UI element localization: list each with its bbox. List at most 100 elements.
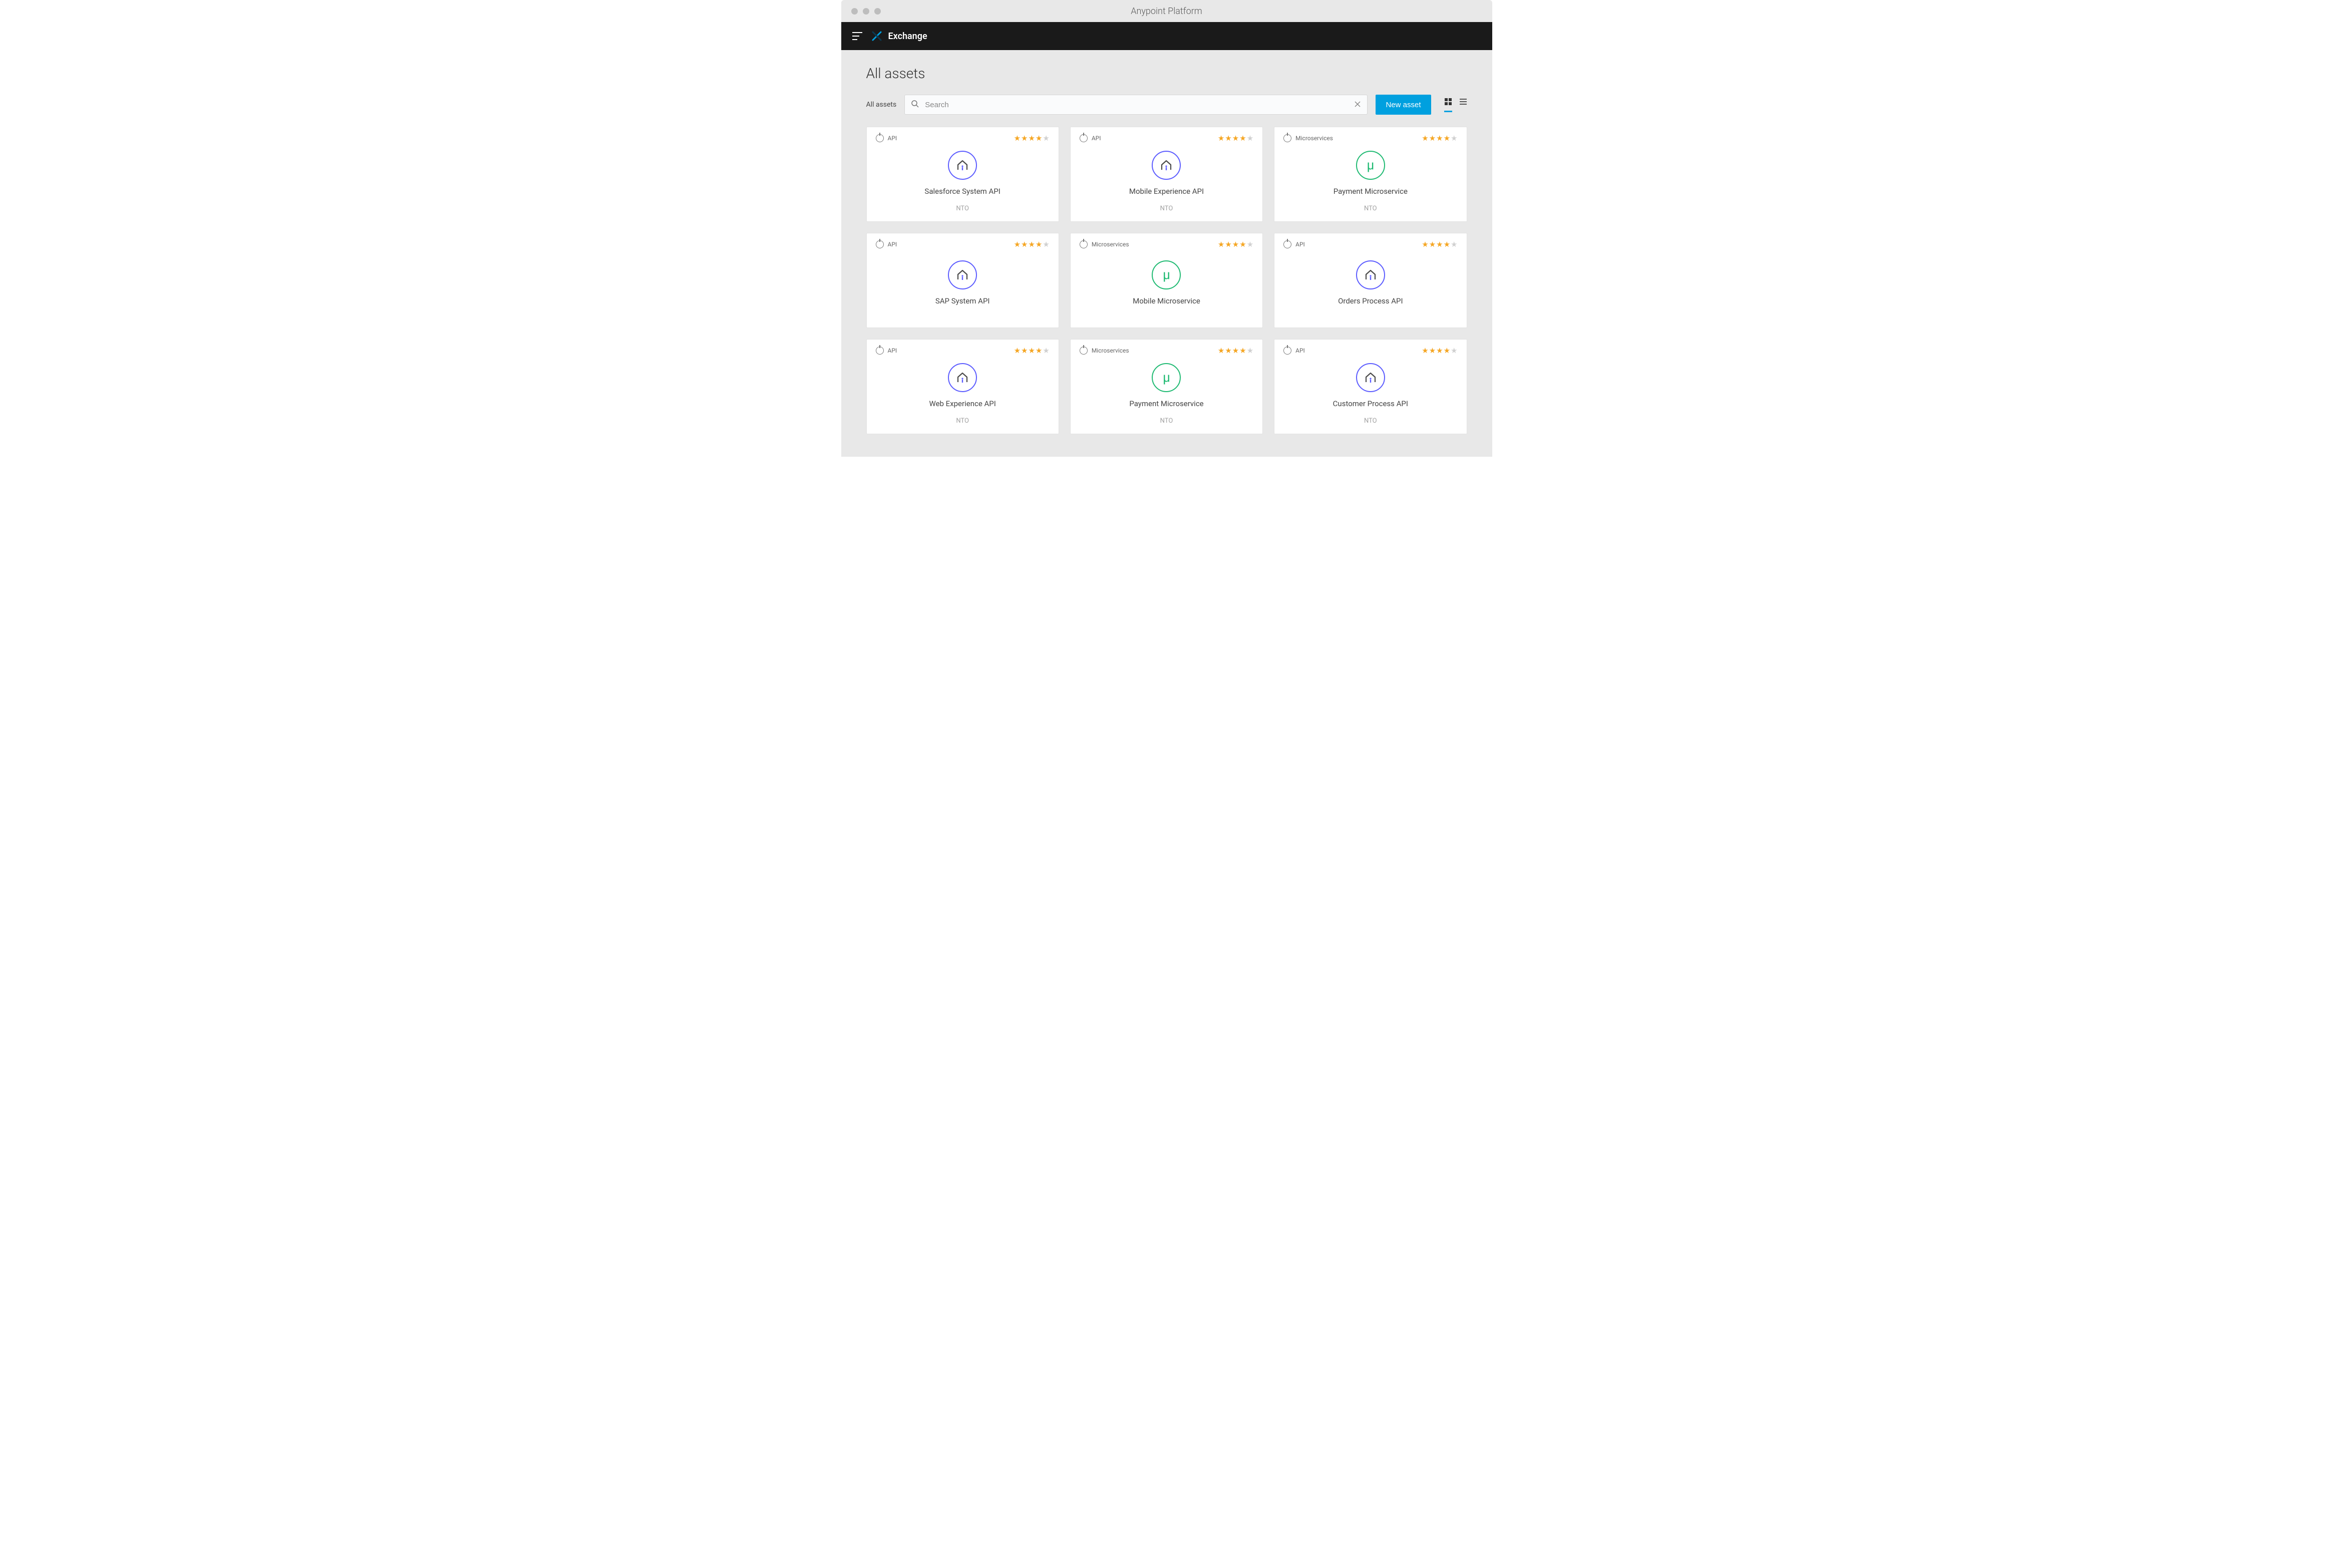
asset-title: Mobile Experience API bbox=[1129, 187, 1204, 196]
star-icon: ★ bbox=[1014, 241, 1021, 248]
new-asset-button[interactable]: New asset bbox=[1376, 95, 1431, 115]
card-body: μ Payment Microservice bbox=[1283, 142, 1457, 201]
app-window: Anypoint Platform Exchange All assets Al… bbox=[841, 0, 1492, 457]
asset-org: NTO bbox=[1080, 205, 1253, 212]
star-icon: ★ bbox=[1232, 241, 1239, 248]
window-title: Anypoint Platform bbox=[1131, 6, 1202, 17]
search-icon bbox=[911, 100, 919, 110]
star-icon: ★ bbox=[1014, 347, 1021, 355]
clear-search-icon[interactable] bbox=[1354, 100, 1361, 110]
asset-type-badge: Microservices bbox=[1080, 347, 1129, 355]
exchange-label: Exchange bbox=[888, 31, 927, 42]
card-body: μ Mobile Microservice bbox=[1080, 248, 1253, 315]
grid-icon bbox=[1444, 98, 1452, 106]
asset-card[interactable]: API ★★★★★ SAP System API bbox=[866, 233, 1059, 328]
microservice-icon: μ bbox=[1152, 363, 1181, 392]
star-icon: ★ bbox=[1225, 347, 1231, 355]
api-icon bbox=[948, 260, 977, 289]
star-icon: ★ bbox=[1451, 241, 1457, 248]
card-body: Mobile Experience API bbox=[1080, 142, 1253, 201]
rating-stars: ★★★★★ bbox=[1422, 347, 1457, 355]
asset-org: NTO bbox=[876, 205, 1050, 212]
card-header: Microservices ★★★★★ bbox=[1080, 240, 1253, 248]
asset-card[interactable]: API ★★★★★ Orders Process API bbox=[1274, 233, 1467, 328]
star-icon: ★ bbox=[1218, 241, 1224, 248]
card-header: API ★★★★★ bbox=[876, 347, 1050, 355]
asset-type-badge: API bbox=[876, 134, 897, 142]
asset-title: Orders Process API bbox=[1338, 296, 1403, 305]
content-area: All assets All assets New bbox=[841, 50, 1492, 457]
card-body: Salesforce System API bbox=[876, 142, 1050, 201]
search-input[interactable] bbox=[925, 101, 1348, 109]
grid-view-button[interactable] bbox=[1444, 98, 1452, 112]
card-header: API ★★★★★ bbox=[1080, 134, 1253, 142]
window-titlebar: Anypoint Platform bbox=[841, 0, 1492, 22]
asset-title: SAP System API bbox=[935, 296, 990, 305]
card-header: API ★★★★★ bbox=[1283, 240, 1457, 248]
rating-stars: ★★★★★ bbox=[1218, 241, 1253, 248]
menu-icon[interactable] bbox=[852, 32, 862, 40]
asset-type-label: Microservices bbox=[1295, 135, 1333, 142]
star-icon: ★ bbox=[1043, 347, 1049, 355]
asset-card[interactable]: Microservices ★★★★★ μ Mobile Microservic… bbox=[1070, 233, 1263, 328]
star-icon: ★ bbox=[1429, 135, 1436, 142]
asset-type-label: API bbox=[888, 347, 897, 354]
api-icon bbox=[1356, 363, 1385, 392]
asset-type-badge: Microservices bbox=[1283, 134, 1333, 142]
page-title: All assets bbox=[866, 65, 1467, 82]
filter-label[interactable]: All assets bbox=[866, 101, 897, 109]
star-icon: ★ bbox=[1429, 241, 1436, 248]
close-window-dot[interactable] bbox=[851, 8, 858, 15]
asset-card[interactable]: Microservices ★★★★★ μ Payment Microservi… bbox=[1274, 127, 1467, 222]
star-icon: ★ bbox=[1232, 347, 1239, 355]
list-view-button[interactable] bbox=[1459, 98, 1467, 112]
star-icon: ★ bbox=[1436, 135, 1443, 142]
asset-card[interactable]: Microservices ★★★★★ μ Payment Microservi… bbox=[1070, 339, 1263, 434]
asset-card[interactable]: API ★★★★★ Mobile Experience API NTO bbox=[1070, 127, 1263, 222]
star-icon: ★ bbox=[1028, 347, 1035, 355]
asset-card[interactable]: API ★★★★★ Web Experience API NTO bbox=[866, 339, 1059, 434]
window-controls bbox=[851, 8, 881, 15]
star-icon: ★ bbox=[1444, 347, 1450, 355]
star-icon: ★ bbox=[1239, 135, 1246, 142]
star-icon: ★ bbox=[1036, 135, 1042, 142]
asset-type-icon bbox=[1080, 347, 1088, 355]
view-switcher bbox=[1439, 98, 1467, 112]
exchange-brand[interactable]: Exchange bbox=[871, 31, 927, 42]
asset-type-badge: API bbox=[1283, 347, 1305, 355]
asset-type-icon bbox=[1283, 240, 1291, 248]
asset-org: NTO bbox=[1283, 417, 1457, 425]
search-box[interactable] bbox=[904, 95, 1368, 115]
asset-type-icon bbox=[1283, 347, 1291, 355]
asset-card[interactable]: API ★★★★★ Salesforce System API NTO bbox=[866, 127, 1059, 222]
maximize-window-dot[interactable] bbox=[874, 8, 881, 15]
microservice-icon: μ bbox=[1356, 151, 1385, 180]
asset-type-label: Microservices bbox=[1092, 241, 1129, 248]
asset-type-label: API bbox=[1092, 135, 1101, 142]
star-icon: ★ bbox=[1444, 135, 1450, 142]
asset-type-label: API bbox=[888, 135, 897, 142]
star-icon: ★ bbox=[1239, 241, 1246, 248]
asset-type-badge: API bbox=[876, 347, 897, 355]
asset-type-label: API bbox=[1295, 241, 1305, 248]
card-body: SAP System API bbox=[876, 248, 1050, 315]
star-icon: ★ bbox=[1225, 241, 1231, 248]
asset-title: Web Experience API bbox=[929, 399, 995, 408]
star-icon: ★ bbox=[1247, 241, 1253, 248]
star-icon: ★ bbox=[1436, 241, 1443, 248]
asset-type-label: API bbox=[888, 241, 897, 248]
star-icon: ★ bbox=[1232, 135, 1239, 142]
star-icon: ★ bbox=[1422, 347, 1428, 355]
asset-type-badge: API bbox=[1283, 240, 1305, 248]
minimize-window-dot[interactable] bbox=[863, 8, 869, 15]
card-header: Microservices ★★★★★ bbox=[1283, 134, 1457, 142]
star-icon: ★ bbox=[1043, 241, 1049, 248]
toolbar: All assets New asset bbox=[866, 95, 1467, 115]
asset-type-label: API bbox=[1295, 347, 1305, 354]
rating-stars: ★★★★★ bbox=[1014, 241, 1050, 248]
api-icon bbox=[1152, 151, 1181, 180]
card-header: API ★★★★★ bbox=[876, 134, 1050, 142]
asset-card[interactable]: API ★★★★★ Customer Process API NTO bbox=[1274, 339, 1467, 434]
card-header: Microservices ★★★★★ bbox=[1080, 347, 1253, 355]
asset-type-icon bbox=[876, 240, 884, 248]
